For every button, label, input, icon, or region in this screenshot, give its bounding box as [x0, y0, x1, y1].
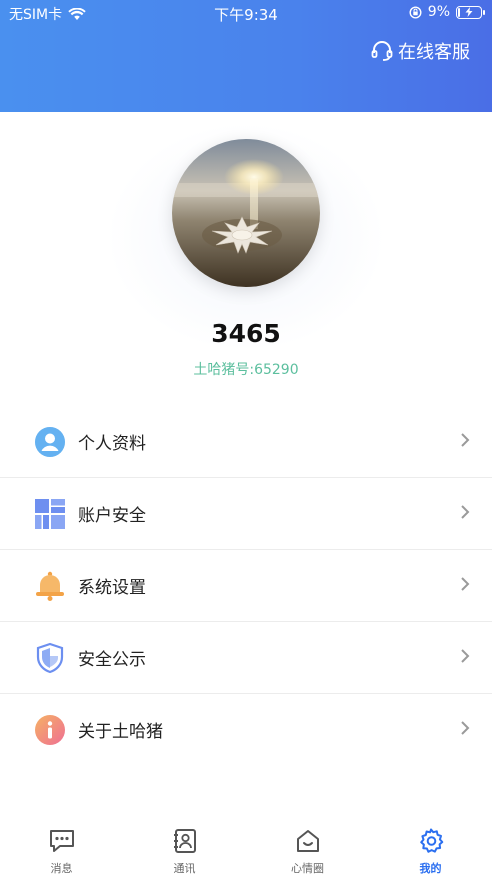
- menu-item-label: 账户安全: [78, 506, 146, 526]
- status-bar: 无SIM卡 下午9:34 9%: [0, 0, 492, 26]
- tab-mood-circle[interactable]: 心情圈: [246, 818, 369, 878]
- header-bar: 无SIM卡 下午9:34 9% 在线客服: [0, 0, 492, 112]
- chevron-right-icon: [461, 721, 470, 735]
- menu-item-account-security[interactable]: 账户安全: [0, 478, 492, 550]
- online-support-button[interactable]: 在线客服: [370, 38, 470, 64]
- menu-item-label: 系统设置: [78, 578, 146, 598]
- tab-label: 心情圈: [291, 862, 324, 875]
- chevron-right-icon: [461, 505, 470, 519]
- profile-section: 3465 土哈猪号:65290: [0, 112, 492, 382]
- menu-list: 个人资料 账户安全 系统设置 安全公示 关于土哈猪: [0, 406, 492, 765]
- tab-mine[interactable]: 我的: [369, 818, 492, 878]
- menu-item-safety-notice[interactable]: 安全公示: [0, 622, 492, 694]
- menu-item-label: 安全公示: [78, 650, 146, 670]
- grid-icon: [35, 499, 65, 529]
- headset-icon: [371, 41, 393, 61]
- tab-messages[interactable]: 消息: [0, 818, 123, 878]
- chevron-right-icon: [461, 649, 470, 663]
- tab-contacts[interactable]: 通讯: [123, 818, 246, 878]
- user-id: 土哈猪号:65290: [193, 362, 299, 378]
- menu-item-about[interactable]: 关于土哈猪: [0, 694, 492, 765]
- message-icon: [49, 830, 74, 852]
- user-icon: [35, 427, 65, 457]
- menu-item-label: 个人资料: [78, 434, 146, 454]
- chevron-right-icon: [461, 577, 470, 591]
- menu-item-system-settings[interactable]: 系统设置: [0, 550, 492, 622]
- info-icon: [35, 715, 65, 745]
- battery-icon: [456, 5, 485, 19]
- house-icon: [296, 830, 319, 852]
- battery-percent: 9%: [427, 4, 450, 20]
- bell-icon: [36, 571, 64, 601]
- chevron-right-icon: [461, 433, 470, 447]
- shield-icon: [36, 642, 64, 674]
- menu-item-profile[interactable]: 个人资料: [0, 406, 492, 478]
- tab-label: 消息: [50, 862, 73, 875]
- tab-label: 我的: [419, 862, 442, 875]
- online-support-label: 在线客服: [398, 42, 470, 63]
- contacts-icon: [173, 829, 196, 853]
- bottom-tab-bar: 消息 通讯 心情圈 我的: [0, 818, 492, 878]
- username: 3465: [211, 319, 281, 348]
- tab-label: 通讯: [173, 862, 196, 875]
- avatar[interactable]: [172, 139, 320, 287]
- menu-item-label: 关于土哈猪: [78, 722, 163, 742]
- settings-icon: [419, 828, 443, 853]
- orientation-lock-icon: [409, 5, 422, 19]
